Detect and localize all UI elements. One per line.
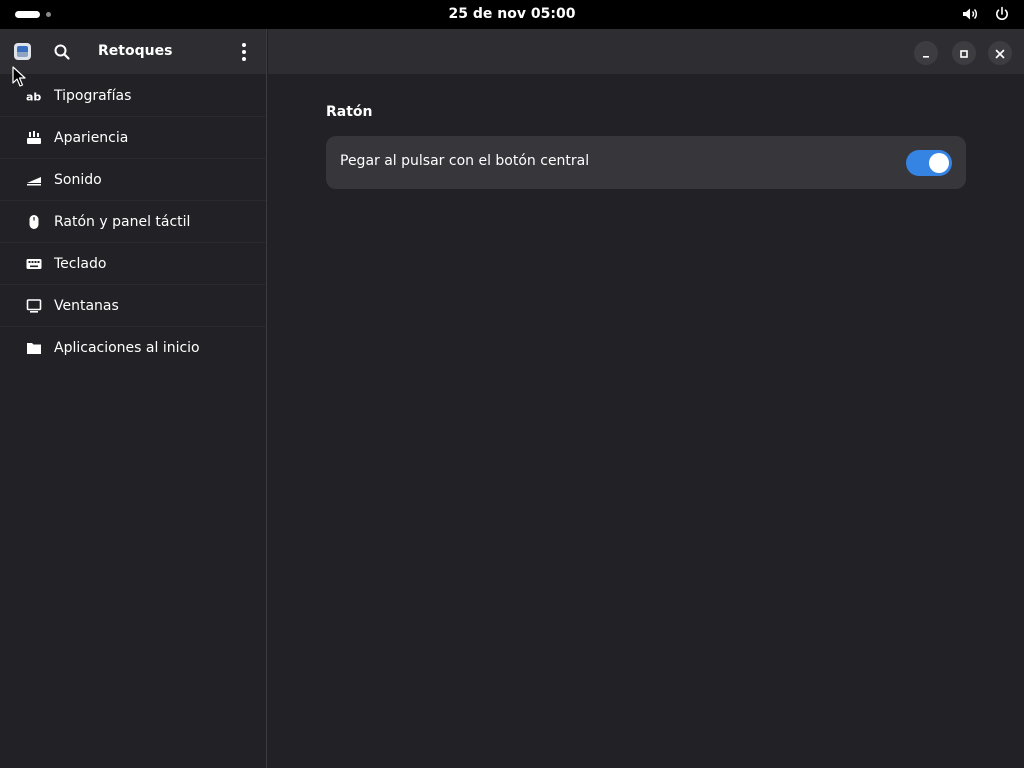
sidebar-item-teclado[interactable]: Teclado: [0, 243, 266, 285]
activities-indicator[interactable]: [15, 11, 51, 18]
search-button[interactable]: [52, 42, 72, 62]
main-content: Ratón Pegar al pulsar con el botón centr…: [268, 29, 1024, 768]
sound-icon: [26, 172, 42, 188]
sidebar: Retoques ab Tipografías Apariencia Sonid…: [0, 29, 267, 768]
workspace-active-pill: [15, 11, 40, 18]
header-bar: [268, 29, 1024, 74]
maximize-button[interactable]: [952, 41, 976, 65]
font-icon: ab: [26, 88, 42, 104]
middle-click-paste-label: Pegar al pulsar con el botón central: [340, 153, 590, 169]
sidebar-item-raton[interactable]: Ratón y panel táctil: [0, 201, 266, 243]
sidebar-item-label: Teclado: [54, 255, 107, 272]
mouse-cursor-icon: [12, 66, 26, 92]
sidebar-item-label: Ventanas: [54, 297, 119, 314]
minimize-button[interactable]: [914, 41, 938, 65]
system-tray[interactable]: [962, 6, 1010, 22]
sidebar-item-label: Ratón y panel táctil: [54, 213, 191, 230]
section-title: Ratón: [326, 104, 373, 120]
middle-click-paste-toggle[interactable]: [906, 150, 952, 176]
workspace-dot: [46, 12, 51, 17]
volume-icon[interactable]: [962, 6, 978, 22]
clock[interactable]: 25 de nov 05:00: [449, 6, 576, 22]
app-icon: [14, 43, 31, 60]
mouse-icon: [26, 214, 42, 230]
search-icon: [52, 44, 72, 66]
sidebar-item-label: Apariencia: [54, 129, 129, 146]
app-title: Retoques: [98, 43, 173, 59]
top-bar: 25 de nov 05:00: [0, 0, 1024, 29]
svg-text:ab: ab: [26, 90, 41, 103]
clock-container: 25 de nov 05:00: [0, 0, 1024, 29]
close-icon: [995, 44, 1005, 63]
sidebar-item-aplicaciones-inicio[interactable]: Aplicaciones al inicio: [0, 327, 266, 369]
power-icon[interactable]: [994, 6, 1010, 22]
main-menu-button[interactable]: [234, 41, 254, 63]
sidebar-item-sonido[interactable]: Sonido: [0, 159, 266, 201]
sidebar-item-ventanas[interactable]: Ventanas: [0, 285, 266, 327]
sidebar-item-apariencia[interactable]: Apariencia: [0, 117, 266, 159]
folder-icon: [26, 340, 42, 356]
window-icon: [26, 298, 42, 314]
close-button[interactable]: [988, 41, 1012, 65]
sidebar-header: Retoques: [0, 29, 266, 74]
sidebar-item-label: Aplicaciones al inicio: [54, 340, 200, 356]
maximize-icon: [959, 44, 969, 63]
sidebar-item-label: Sonido: [54, 171, 102, 188]
vertical-dots-icon: [234, 43, 254, 67]
settings-card: Pegar al pulsar con el botón central: [326, 136, 966, 189]
toggle-knob: [929, 153, 949, 173]
sidebar-item-tipografias[interactable]: ab Tipografías: [0, 75, 266, 117]
minimize-icon: [921, 44, 931, 63]
keyboard-icon: [26, 256, 42, 272]
sidebar-item-label: Tipografías: [54, 87, 132, 104]
appearance-icon: [26, 130, 42, 146]
sidebar-list: ab Tipografías Apariencia Sonido Ratón y…: [0, 74, 266, 768]
